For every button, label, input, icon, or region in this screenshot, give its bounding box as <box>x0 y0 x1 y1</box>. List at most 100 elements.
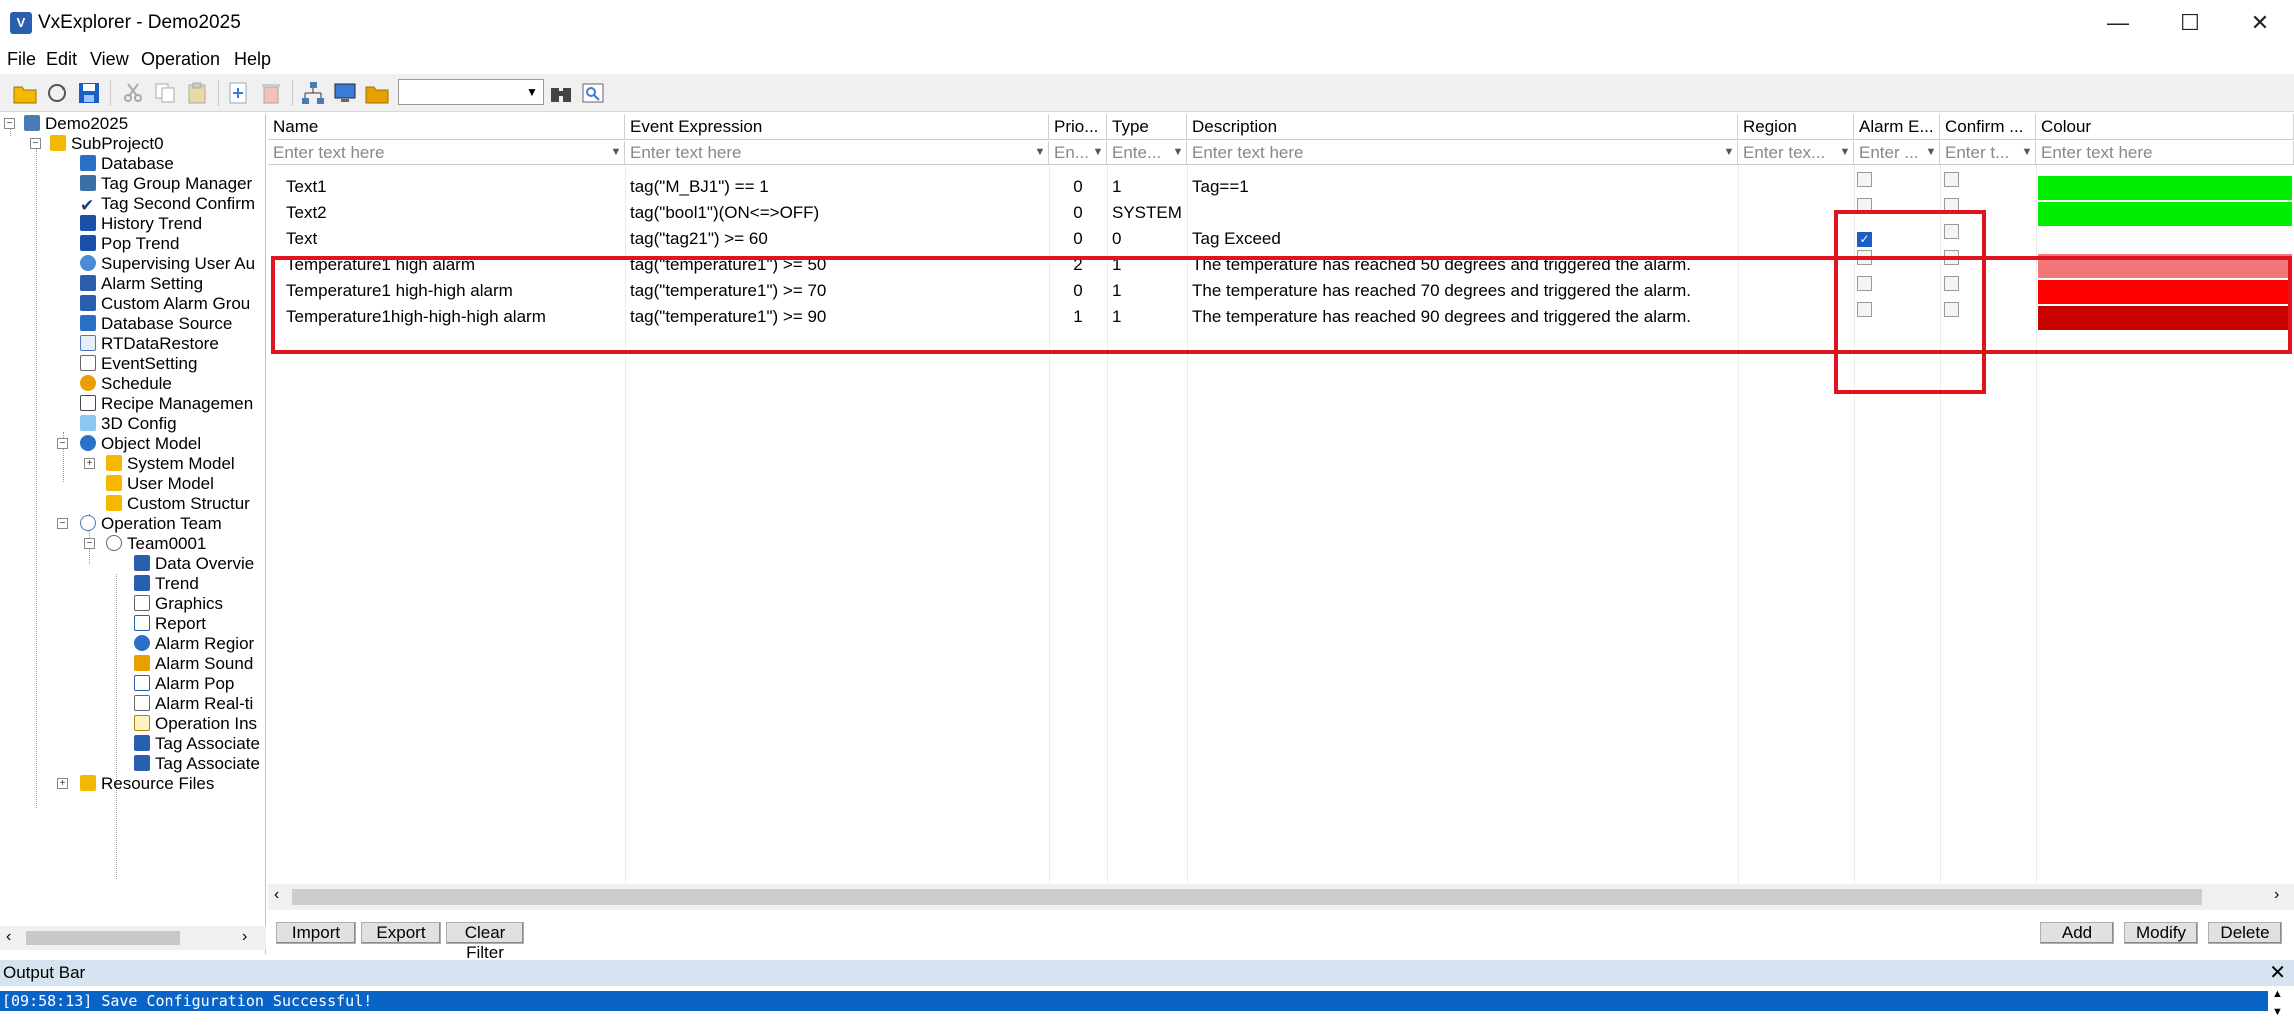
tree-node-alarm-realtime[interactable]: Alarm Real-ti <box>134 694 253 714</box>
filter-icon[interactable]: ▼ <box>1092 146 1104 159</box>
filter-confirm[interactable]: Enter t... ▼ <box>1940 141 2036 165</box>
maximize-button[interactable]: ☐ <box>2162 6 2218 40</box>
cell-name[interactable]: Text1 <box>268 174 625 200</box>
modify-button[interactable]: Modify <box>2124 922 2198 944</box>
column-header-priority[interactable]: Prio... <box>1049 114 1107 140</box>
alarm-enable-checkbox[interactable] <box>1857 172 1872 187</box>
delete-button[interactable]: Delete <box>2208 922 2282 944</box>
column-header-type[interactable]: Type <box>1107 114 1187 140</box>
filter-icon[interactable]: ▼ <box>1034 146 1046 159</box>
tree-node-tag-associate-1[interactable]: Tag Associate <box>134 734 260 754</box>
menu-help[interactable]: Help <box>234 49 271 70</box>
column-header-region[interactable]: Region <box>1738 114 1854 140</box>
expander-resource-files[interactable]: + <box>57 778 68 789</box>
filter-colour[interactable]: Enter text here <box>2036 141 2294 165</box>
expander-team0001[interactable]: − <box>84 538 95 549</box>
tree-node-object-model[interactable]: Object Model <box>80 434 201 454</box>
tree-node-alarm-setting[interactable]: Alarm Setting <box>80 274 203 294</box>
filter-icon[interactable]: ▼ <box>1723 146 1735 159</box>
filter-name[interactable]: Enter text here ▼ <box>268 141 625 165</box>
tree-node-eventsetting[interactable]: EventSetting <box>80 354 197 374</box>
tree-node-operation-ins[interactable]: Operation Ins <box>134 714 257 734</box>
open-folder-icon[interactable] <box>12 80 38 106</box>
tree-node-3d-config[interactable]: 3D Config <box>80 414 177 434</box>
monitor-icon[interactable] <box>332 80 358 106</box>
table-row[interactable]: Text tag("tag21") >= 60 0 0 Tag Exceed ✓ <box>268 224 2294 252</box>
delete-icon[interactable] <box>258 80 284 106</box>
cell-expr[interactable]: tag("tag21") >= 60 <box>625 226 1049 252</box>
scroll-left-icon[interactable]: ‹ <box>6 928 11 946</box>
close-icon[interactable]: ✕ <box>2269 960 2286 986</box>
tree-node-team0001[interactable]: Team0001 <box>106 534 206 554</box>
expander-operation-team[interactable]: − <box>57 518 68 529</box>
grid-horizontal-scrollbar[interactable]: ‹ › <box>268 884 2294 910</box>
tree-node-report[interactable]: Report <box>134 614 206 634</box>
tree-node-history-trend[interactable]: History Trend <box>80 214 202 234</box>
tree-node-rtdatarestore[interactable]: RTDataRestore <box>80 334 219 354</box>
cell-desc[interactable] <box>1187 200 1738 226</box>
cell-prio[interactable]: 0 <box>1049 174 1107 200</box>
expander-subproject0[interactable]: − <box>30 138 41 149</box>
import-button[interactable]: Import <box>276 922 356 944</box>
tree-node-database[interactable]: Database <box>80 154 174 174</box>
tree-node-recipe-management[interactable]: Recipe Managemen <box>80 394 253 414</box>
cut-icon[interactable] <box>120 80 146 106</box>
scroll-up-icon[interactable]: ▲ <box>2272 988 2283 1000</box>
toolbar-combo[interactable]: ▼ <box>398 79 544 105</box>
filter-icon[interactable]: ▼ <box>2021 146 2033 159</box>
filter-alarm-enable[interactable]: Enter ... ▼ <box>1854 141 1940 165</box>
colour-swatch[interactable] <box>2038 202 2292 226</box>
menu-edit[interactable]: Edit <box>46 49 77 70</box>
filter-type[interactable]: Ente... ▼ <box>1107 141 1187 165</box>
tree-node-pop-trend[interactable]: Pop Trend <box>80 234 179 254</box>
cell-name[interactable]: Text <box>268 226 625 252</box>
column-header-event-expression[interactable]: Event Expression <box>625 114 1049 140</box>
filter-icon[interactable]: ▼ <box>1172 146 1184 159</box>
tree-node-tag-associate-2[interactable]: Tag Associate <box>134 754 260 774</box>
hierarchy-icon[interactable] <box>300 80 326 106</box>
expander-object-model[interactable]: − <box>57 438 68 449</box>
tree-node-resource-files[interactable]: Resource Files <box>80 774 214 794</box>
tree-node-database-source[interactable]: Database Source <box>80 314 232 334</box>
refresh-icon[interactable] <box>44 80 70 106</box>
filter-icon[interactable]: ▼ <box>1925 146 1937 159</box>
tree-node-alarm-region[interactable]: Alarm Regior <box>134 634 254 654</box>
folder-icon[interactable] <box>364 80 390 106</box>
add-icon[interactable] <box>226 80 252 106</box>
tree-node-custom-structure[interactable]: Custom Structur <box>106 494 250 514</box>
tree-node-supervising-user[interactable]: Supervising User Au <box>80 254 255 274</box>
column-header-confirm[interactable]: Confirm ... <box>1940 114 2036 140</box>
table-row[interactable]: Text1 tag("M_BJ1") == 1 0 1 Tag==1 <box>268 172 2294 200</box>
binoculars-icon[interactable] <box>548 80 574 106</box>
cell-desc[interactable]: Tag Exceed <box>1187 226 1738 252</box>
output-message[interactable]: [09:58:13] Save Configuration Successful… <box>0 991 2268 1011</box>
tree-node-demo2025[interactable]: Demo2025 <box>24 114 128 134</box>
tree-node-tag-group-manager[interactable]: Tag Group Manager <box>80 174 252 194</box>
filter-description[interactable]: Enter text here ▼ <box>1187 141 1738 165</box>
menu-operation[interactable]: Operation <box>141 49 220 70</box>
tree-node-operation-team[interactable]: Operation Team <box>80 514 222 534</box>
colour-swatch[interactable] <box>2038 176 2292 200</box>
scroll-down-icon[interactable]: ▼ <box>2272 1006 2283 1018</box>
tree-node-graphics[interactable]: Graphics <box>134 594 223 614</box>
cell-name[interactable]: Text2 <box>268 200 625 226</box>
export-button[interactable]: Export <box>361 922 441 944</box>
scroll-right-icon[interactable]: › <box>2274 886 2279 904</box>
cell-prio[interactable]: 0 <box>1049 200 1107 226</box>
cell-type[interactable]: 1 <box>1107 174 1187 200</box>
tree-node-system-model[interactable]: System Model <box>106 454 235 474</box>
cell-region[interactable] <box>1738 174 1854 200</box>
tree-scroll-thumb[interactable] <box>26 931 180 945</box>
clear-filter-button[interactable]: Clear Filter <box>446 922 524 962</box>
menu-view[interactable]: View <box>90 49 129 70</box>
expander-system-model[interactable]: + <box>84 458 95 469</box>
tree-node-alarm-sound[interactable]: Alarm Sound <box>134 654 253 674</box>
filter-event-expression[interactable]: Enter text here ▼ <box>625 141 1049 165</box>
scroll-right-icon[interactable]: › <box>242 928 247 946</box>
tree-node-trend[interactable]: Trend <box>134 574 199 594</box>
filter-icon[interactable]: ▼ <box>1839 146 1851 159</box>
cell-type[interactable]: SYSTEM <box>1107 200 1187 226</box>
copy-icon[interactable] <box>152 80 178 106</box>
column-header-description[interactable]: Description <box>1187 114 1738 140</box>
tree-node-alarm-pop[interactable]: Alarm Pop <box>134 674 234 694</box>
